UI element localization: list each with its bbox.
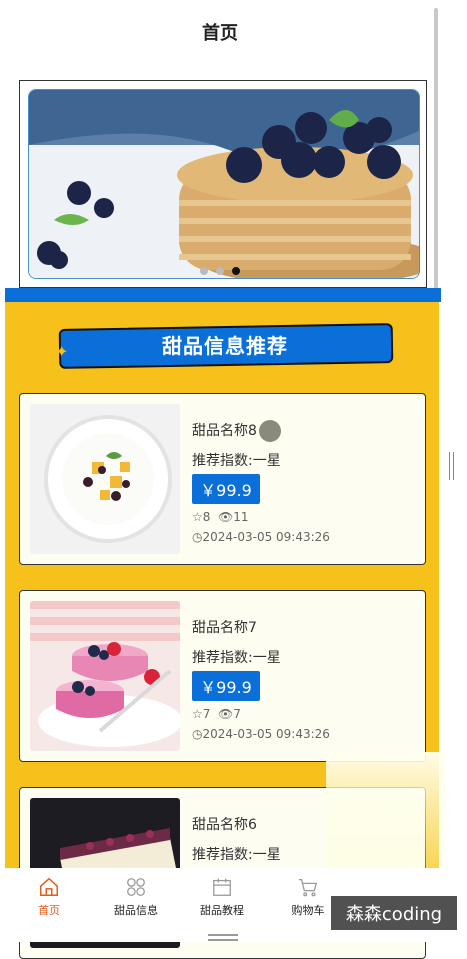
card-date: ◷2024-03-05 09:43:26 bbox=[192, 727, 330, 741]
card-date: ◷2024-03-05 09:43:26 bbox=[192, 530, 330, 544]
dessert-image[interactable] bbox=[30, 601, 180, 751]
grid-icon bbox=[127, 878, 145, 896]
page-title: 首页 bbox=[202, 23, 238, 44]
cart-icon bbox=[298, 879, 318, 897]
quote-icon: ” bbox=[363, 308, 378, 338]
price-tag: ￥99.9 bbox=[192, 474, 260, 504]
star-outline-icon: ☆ bbox=[192, 707, 203, 721]
edge-handle[interactable] bbox=[449, 452, 454, 480]
dessert-name: 甜品名称6 bbox=[192, 817, 257, 833]
stars-count: 7 bbox=[202, 707, 211, 721]
price-tag: ￥99.9 bbox=[192, 671, 260, 701]
watermark: 森森coding bbox=[331, 896, 457, 930]
recommend-level: 推荐指数:一星 bbox=[192, 453, 281, 469]
dessert-image[interactable] bbox=[30, 404, 180, 554]
clock-icon: ◷ bbox=[192, 530, 203, 544]
banner-image[interactable] bbox=[28, 89, 420, 279]
tab-dessert-info[interactable]: 甜品信息 bbox=[91, 876, 181, 918]
tab-label: 甜品信息 bbox=[114, 904, 158, 917]
calendar-icon bbox=[213, 878, 231, 896]
tab-dessert-tutorial[interactable]: 甜品教程 bbox=[177, 876, 267, 918]
carousel-dot[interactable] bbox=[216, 267, 224, 275]
banner-carousel[interactable] bbox=[19, 80, 427, 288]
dessert-card[interactable]: 甜品名称8 推荐指数:一星 ￥99.9 ☆8 👁11 ◷2024-03-05 0… bbox=[19, 393, 426, 565]
top-header: 首页 bbox=[0, 0, 440, 64]
carousel-dot-active[interactable] bbox=[232, 267, 240, 275]
views-count: 7 bbox=[233, 707, 241, 721]
section-title: 甜品信息推荐 bbox=[162, 334, 288, 358]
carousel-dots bbox=[200, 267, 240, 275]
stars-count: 8 bbox=[202, 510, 211, 524]
recommend-level: 推荐指数:一星 bbox=[192, 650, 281, 666]
tab-home[interactable]: 首页 bbox=[4, 876, 94, 918]
sparkle-icon: ✦ bbox=[55, 342, 69, 361]
carousel-dot[interactable] bbox=[200, 267, 208, 275]
tab-label: 首页 bbox=[38, 904, 60, 917]
section-title-banner: 甜品信息推荐 ✦ ” bbox=[55, 308, 395, 370]
eye-icon: 👁 bbox=[218, 510, 234, 524]
views-count: 11 bbox=[233, 510, 249, 524]
section-top-bar bbox=[5, 288, 441, 302]
dessert-card[interactable]: 甜品名称7 推荐指数:一星 ￥99.9 ☆7 👁7 ◷2024-03-05 09… bbox=[19, 590, 426, 762]
card-stats: ☆7 👁7 bbox=[192, 707, 241, 721]
home-indicator[interactable] bbox=[208, 934, 238, 941]
floating-dot[interactable] bbox=[258, 420, 281, 442]
recommend-level: 推荐指数:一星 bbox=[192, 847, 281, 863]
clock-icon: ◷ bbox=[192, 727, 203, 741]
home-icon bbox=[40, 877, 58, 896]
card-stats: ☆8 👁11 bbox=[192, 510, 249, 524]
eye-icon: 👁 bbox=[218, 707, 234, 721]
tab-label: 购物车 bbox=[291, 904, 325, 917]
dessert-name: 甜品名称7 bbox=[192, 620, 257, 636]
star-outline-icon: ☆ bbox=[192, 510, 203, 524]
overlay-glare bbox=[326, 752, 446, 872]
tab-label: 甜品教程 bbox=[200, 904, 244, 917]
dessert-name: 甜品名称8 bbox=[192, 420, 281, 442]
